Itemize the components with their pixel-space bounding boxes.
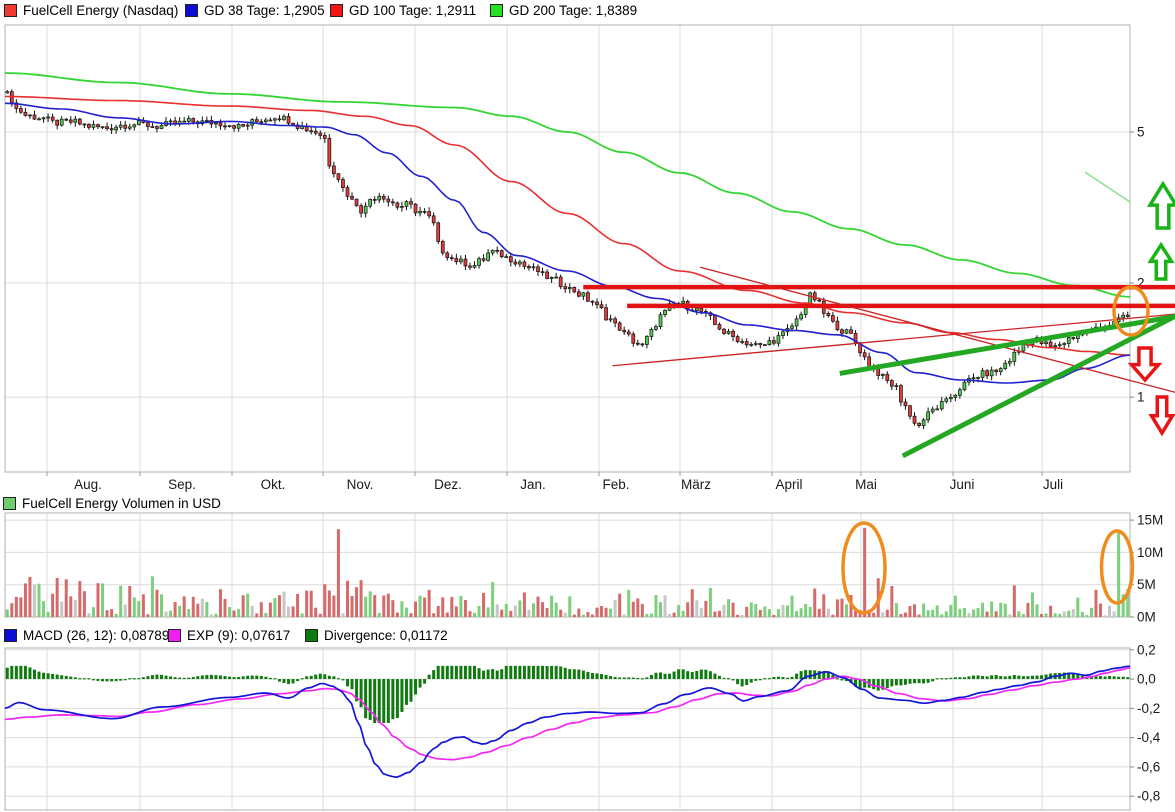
svg-text:15M: 15M xyxy=(1137,513,1163,528)
svg-text:-0,8: -0,8 xyxy=(1137,789,1160,804)
macd-chart-panel: 0,2 0,0 -0,2 -0,4 -0,6 -0,8 xyxy=(5,642,1161,810)
svg-text:0M: 0M xyxy=(1137,610,1156,625)
highlight-ellipse xyxy=(1114,287,1148,335)
svg-text:0,0: 0,0 xyxy=(1137,672,1156,687)
down-signal-arrow-icon xyxy=(1132,348,1159,380)
svg-text:Juni: Juni xyxy=(950,477,975,492)
svg-text:0,2: 0,2 xyxy=(1137,642,1156,657)
up-signal-arrow-icon xyxy=(1151,245,1172,279)
down-signal-arrow-icon xyxy=(1152,397,1173,433)
svg-text:-0,4: -0,4 xyxy=(1137,730,1161,745)
svg-text:-0,2: -0,2 xyxy=(1137,701,1160,716)
svg-text:1: 1 xyxy=(1137,390,1145,405)
volume-chart-panel: 15M 10M 5M 0M xyxy=(5,513,1163,625)
chart-canvas: 521Aug.Sep.Okt.Nov.Dez.Jan.Feb.MärzApril… xyxy=(0,0,1175,812)
svg-text:Mai: Mai xyxy=(855,477,877,492)
svg-text:5M: 5M xyxy=(1137,577,1156,592)
svg-text:Sep.: Sep. xyxy=(168,477,196,492)
svg-text:10M: 10M xyxy=(1137,545,1163,560)
svg-text:Nov.: Nov. xyxy=(347,477,374,492)
svg-text:Juli: Juli xyxy=(1043,477,1063,492)
stock-chart-page: { "colors":{ "candle_up":"#52c952","cand… xyxy=(0,0,1175,812)
svg-text:März: März xyxy=(681,477,711,492)
svg-text:5: 5 xyxy=(1137,124,1145,139)
svg-text:-0,6: -0,6 xyxy=(1137,759,1160,774)
svg-text:Feb.: Feb. xyxy=(602,477,629,492)
svg-text:Jan.: Jan. xyxy=(520,477,546,492)
svg-text:Okt.: Okt. xyxy=(261,477,286,492)
svg-text:Aug.: Aug. xyxy=(74,477,102,492)
up-signal-arrow-icon xyxy=(1150,184,1175,228)
svg-text:Dez.: Dez. xyxy=(434,477,462,492)
svg-text:April: April xyxy=(776,477,803,492)
